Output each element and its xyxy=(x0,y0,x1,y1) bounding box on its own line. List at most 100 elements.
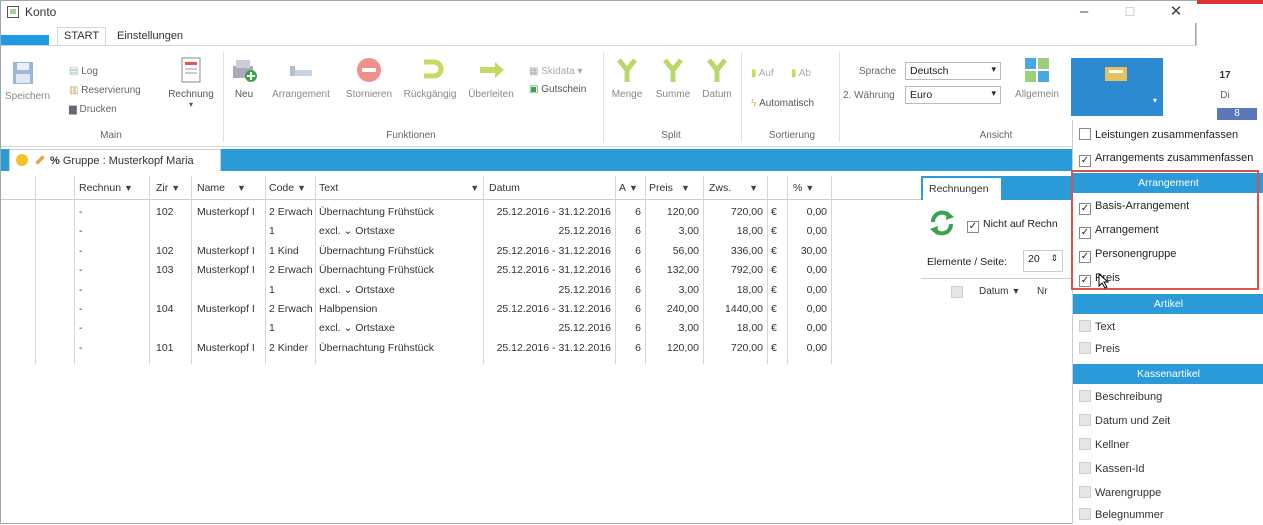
checkbox-checked[interactable]: ✓ xyxy=(967,221,979,233)
forward-button[interactable]: Überleiten xyxy=(461,56,521,100)
skidata-label: Skidata xyxy=(541,66,575,77)
cell-name: Musterkopf I xyxy=(197,264,255,277)
sort-up-button[interactable]: ▮ Auf xyxy=(751,68,774,79)
checkbox-unchecked[interactable] xyxy=(1079,128,1091,140)
reservation-button[interactable]: ▥ Reservierung xyxy=(69,85,141,96)
close-button[interactable]: ✕ xyxy=(1161,3,1191,21)
table-row[interactable]: - 1 excl. ⌄ Ortstaxe 25.12.2016 6 3,00 18,00 €0… xyxy=(1,320,921,339)
save-label: Speichern xyxy=(5,91,51,102)
undo-button[interactable]: Rückgängig xyxy=(399,56,461,100)
split-date-button[interactable]: Datum xyxy=(697,56,737,100)
per-page-stepper[interactable]: 20 ⇕ xyxy=(1023,250,1063,272)
menu-item-belegnummer[interactable]: Belegnummer xyxy=(1079,508,1163,521)
col-header-date[interactable]: Datum xyxy=(489,182,520,194)
sort-down-button[interactable]: ▮ Ab xyxy=(791,68,811,79)
view-options-dropdown-button[interactable]: ▾ xyxy=(1071,58,1163,116)
filter-icon[interactable]: ▼ xyxy=(297,183,306,193)
col-header-subtotal[interactable]: Zws. ▼ xyxy=(709,182,758,194)
col-header-name[interactable]: Name ▼ xyxy=(197,182,246,194)
filter-icon[interactable]: ▼ xyxy=(805,183,814,193)
arrangement-button[interactable]: Arrangement xyxy=(265,56,337,100)
table-row[interactable]: - 103 Musterkopf I 2 Erwach Übernachtung Frü… xyxy=(1,262,921,281)
filter-icon[interactable]: ▼ xyxy=(1011,286,1020,296)
menu-item-kassen-id[interactable]: Kassen-Id xyxy=(1079,462,1145,475)
table-row[interactable]: - 1 excl. ⌄ Ortstaxe 25.12.2016 6 3,00 18,00 €0… xyxy=(1,282,921,301)
table-row[interactable]: - 1 excl. ⌄ Ortstaxe 25.12.2016 6 3,00 18,00 €0… xyxy=(1,223,921,242)
filter-icon[interactable]: ▼ xyxy=(749,183,758,193)
invoice-button[interactable]: Rechnung ▾ xyxy=(161,56,221,109)
cell-text: Übernachtung Frühstück xyxy=(319,341,434,354)
col-header-percent[interactable]: % ▼ xyxy=(793,182,814,194)
col-header-room[interactable]: Zir ▼ xyxy=(156,182,180,194)
checkbox-checked[interactable]: ✓ xyxy=(1079,155,1091,167)
cell-date: 25.12.2016 xyxy=(558,322,611,335)
col-header-count[interactable]: A ▼ xyxy=(619,182,638,194)
filter-icon[interactable]: ▼ xyxy=(237,183,246,193)
table-row[interactable]: - 102 Musterkopf I 1 Kind Übernachtung Frühs… xyxy=(1,243,921,262)
split-sum-button[interactable]: Summe xyxy=(651,56,695,100)
table-row[interactable]: - 102 Musterkopf I 2 Erwach Übernachtung Frü… xyxy=(1,204,921,223)
menu-item-artikel-preis[interactable]: Preis xyxy=(1079,342,1120,355)
checkbox-disabled[interactable] xyxy=(1079,342,1091,354)
menu-item-datum-und-zeit[interactable]: Datum und Zeit xyxy=(1079,414,1170,427)
skidata-button[interactable]: ▦ Skidata ▾ xyxy=(529,66,582,77)
print-button[interactable]: ▆ Drucken xyxy=(69,104,117,115)
refresh-icon[interactable] xyxy=(929,210,955,236)
col-header-label: A xyxy=(619,182,627,194)
checkbox-disabled[interactable] xyxy=(1079,462,1091,474)
group-label-main: Main xyxy=(100,130,122,141)
menu-item-beschreibung[interactable]: Beschreibung xyxy=(1079,390,1162,403)
select-all-checkbox[interactable] xyxy=(951,286,963,298)
cell-currency: € xyxy=(771,244,777,257)
general-view-button[interactable]: Allgemein xyxy=(1009,56,1065,100)
reservation-icon: ▥ xyxy=(69,85,79,96)
section-header-kassenartikel: Kassenartikel xyxy=(1073,364,1263,384)
tab-rechnungen[interactable]: Rechnungen xyxy=(923,178,1001,200)
tab-start[interactable]: START xyxy=(57,27,107,45)
filter-icon[interactable]: ▼ xyxy=(629,183,638,193)
minimize-button[interactable]: – xyxy=(1069,3,1099,21)
maximize-button[interactable]: ☐ xyxy=(1115,3,1145,21)
currency2-select[interactable]: Euro ▾ xyxy=(905,86,1001,104)
col-header-code[interactable]: Code ▼ xyxy=(269,182,306,194)
cancel-button[interactable]: Stornieren xyxy=(339,56,399,100)
voucher-icon: ▣ xyxy=(529,84,539,95)
stepper-icon[interactable]: ⇕ xyxy=(1050,253,1058,264)
col-header-text[interactable]: Text ▼ xyxy=(319,182,479,194)
auto-sort-button[interactable]: ϟ Automatisch xyxy=(751,98,814,109)
checkbox-disabled[interactable] xyxy=(1079,508,1091,520)
checkbox-disabled[interactable] xyxy=(1079,438,1091,450)
checkbox-disabled[interactable] xyxy=(1079,414,1091,426)
filter-icon[interactable]: ▼ xyxy=(124,183,133,193)
language-select[interactable]: Deutsch ▾ xyxy=(905,62,1001,80)
col-header-date[interactable]: Datum ▼ xyxy=(979,286,1020,297)
checkbox-disabled[interactable] xyxy=(1079,320,1091,332)
checkbox-disabled[interactable] xyxy=(1079,486,1091,498)
cell-price: 56,00 xyxy=(672,244,699,257)
log-button[interactable]: ▤ Log xyxy=(69,66,98,77)
filter-icon[interactable]: ▼ xyxy=(681,183,690,193)
col-header-price[interactable]: Preis ▼ xyxy=(649,182,690,194)
group-tab[interactable]: % Gruppe : Musterkopf Maria xyxy=(9,149,221,171)
filter-icon[interactable]: ▼ xyxy=(470,183,479,193)
col-header-invoice[interactable]: Rechnun ▼ xyxy=(79,182,133,194)
col-header-nr[interactable]: Nr xyxy=(1037,286,1048,297)
menu-item-warengruppe[interactable]: Warengruppe xyxy=(1079,486,1161,499)
save-button[interactable]: Speichern xyxy=(5,60,51,102)
filter-icon[interactable]: ▼ xyxy=(171,183,180,193)
table-row[interactable]: - 101 Musterkopf I 2 Kinder Übernachtung Frü… xyxy=(1,340,921,359)
split-sum-icon xyxy=(663,58,683,82)
menu-item-kellner[interactable]: Kellner xyxy=(1079,438,1129,451)
new-button[interactable]: Neu xyxy=(227,56,261,100)
voucher-button[interactable]: ▣ Gutschein xyxy=(529,84,586,95)
split-quantity-button[interactable]: Menge xyxy=(607,56,647,100)
tab-einstellungen[interactable]: Einstellungen xyxy=(111,28,189,44)
split-date-icon xyxy=(707,58,727,82)
table-row[interactable]: - 104 Musterkopf I 2 Erwach Halbpension 25.12… xyxy=(1,301,921,320)
menu-item-summarize-arrangements[interactable]: ✓ Arrangements zusammenfassen xyxy=(1079,152,1253,167)
arrow-right-icon xyxy=(480,62,504,78)
checkbox-disabled[interactable] xyxy=(1079,390,1091,402)
not-on-invoice-checkbox[interactable]: ✓ Nicht auf Rechn xyxy=(967,218,1058,233)
menu-item-summarize-services[interactable]: Leistungen zusammenfassen xyxy=(1079,128,1238,141)
menu-item-artikel-text[interactable]: Text xyxy=(1079,320,1115,333)
